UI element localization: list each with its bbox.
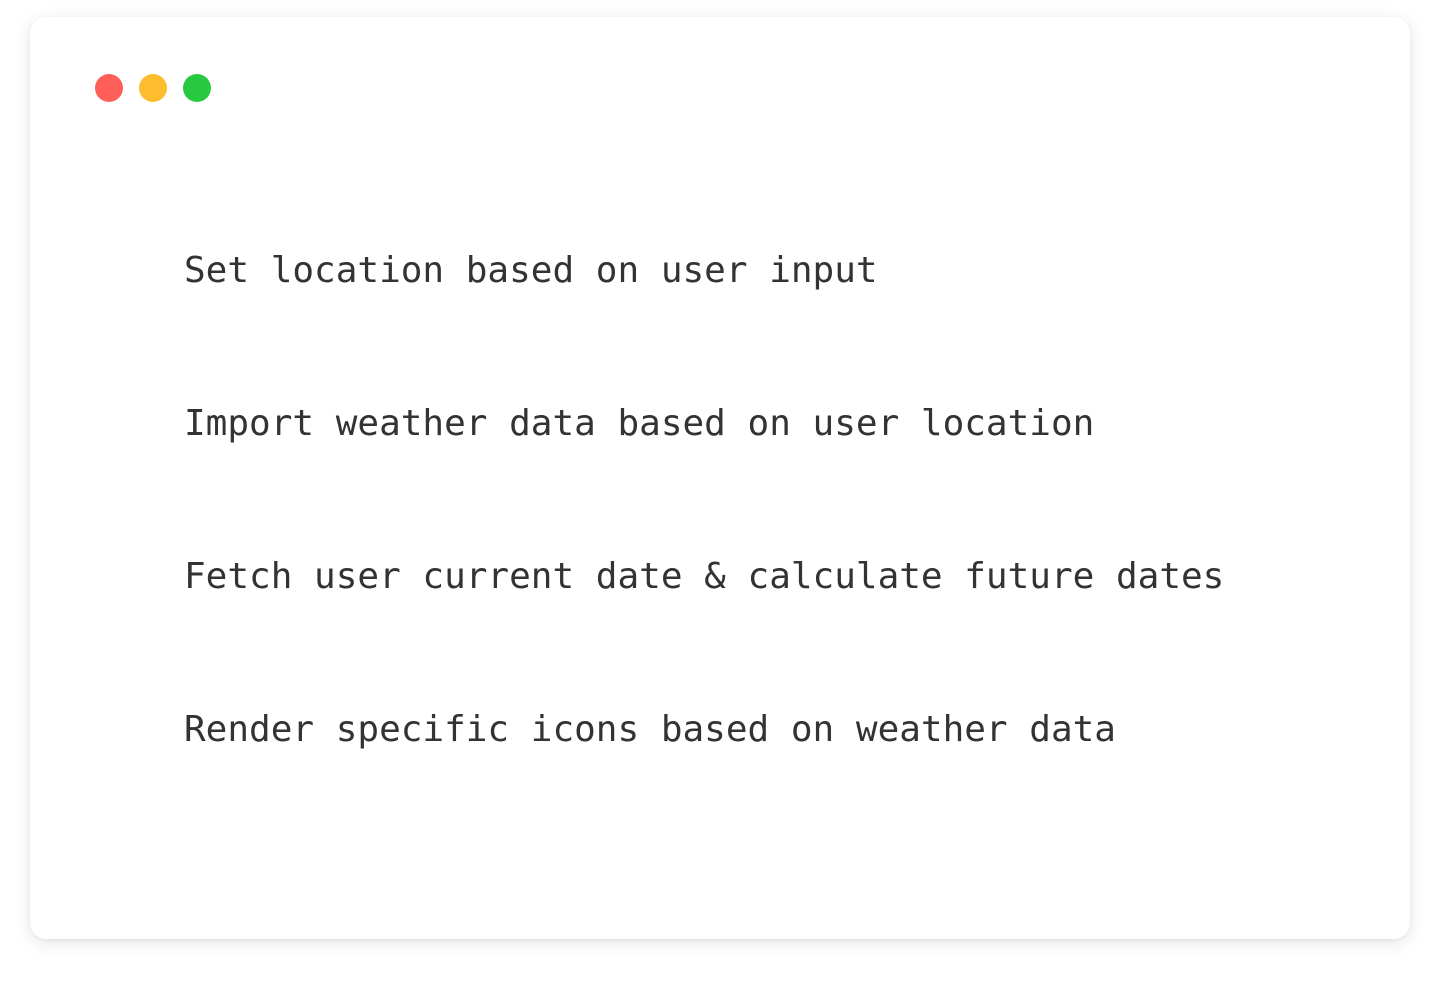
app-window: Set location based on user input Import … <box>30 17 1410 939</box>
content-list: Set location based on user input Import … <box>184 247 1224 859</box>
window-controls <box>95 74 211 102</box>
minimize-button[interactable] <box>139 74 167 102</box>
list-item: Fetch user current date & calculate futu… <box>184 556 1225 597</box>
close-button[interactable] <box>95 74 123 102</box>
maximize-button[interactable] <box>183 74 211 102</box>
list-item: Set location based on user input <box>184 250 878 291</box>
list-item: Render specific icons based on weather d… <box>184 709 1116 750</box>
list-item: Import weather data based on user locati… <box>184 403 1095 444</box>
